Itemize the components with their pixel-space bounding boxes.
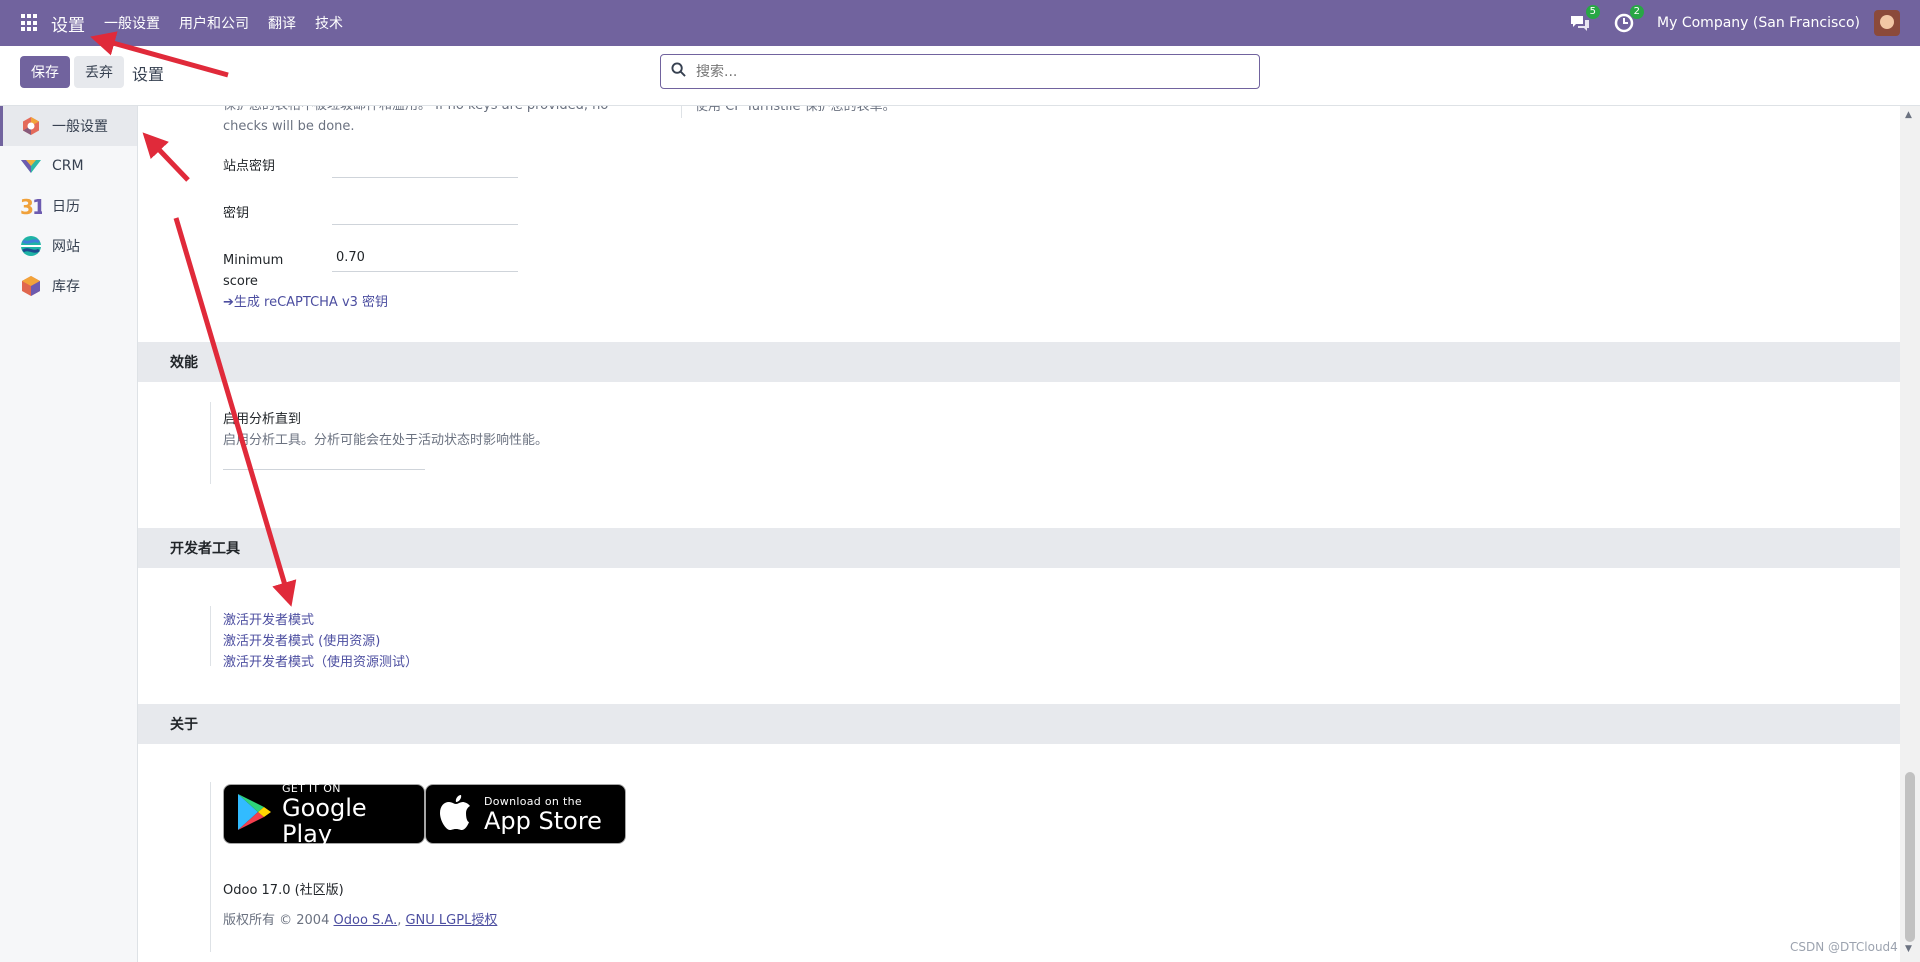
odoo-sa-link[interactable]: Odoo S.A. [334,913,398,928]
settings-content: 保护您的表格不被垃圾邮件和滥用。 If no keys are provided… [138,106,1900,962]
discard-button[interactable]: 丢弃 [74,56,124,88]
inventory-app-icon [20,275,42,297]
profiling-date-input[interactable] [223,440,425,470]
menu-translations[interactable]: 翻译 [268,13,296,33]
divider [210,606,211,666]
scroll-up-icon[interactable]: ▲ [1905,110,1912,120]
settings-app-icon [20,115,42,137]
activity-badge: 2 [1629,5,1645,19]
menu-general-settings[interactable]: 一般设置 [104,13,160,33]
sidebar-item-crm[interactable]: CRM [0,146,137,186]
sidebar-item-label: 一般设置 [52,119,108,135]
copyright-line: 版权所有 © 2004 Odoo S.A., GNU LGPL授权 [223,909,497,928]
min-score-input[interactable]: 0.70 [332,242,518,272]
google-play-small-text: GET IT ON [282,781,341,795]
google-play-icon [236,792,272,836]
website-app-icon [20,235,42,257]
search-bar[interactable] [660,54,1260,89]
divider [681,106,682,118]
site-key-label: 站点密钥 [223,159,276,174]
company-switcher[interactable]: My Company (San Francisco) [1657,15,1860,31]
search-icon [671,62,686,81]
calendar-app-icon: 31 [20,195,46,219]
profiling-title: 启用分析直到 [223,412,302,427]
section-about-header: 关于 [138,704,1900,744]
sidebar-item-label: 网站 [52,239,80,255]
site-key-input[interactable] [332,148,518,178]
recaptcha-desc-line2: checks will be done. [223,119,355,134]
user-avatar[interactable] [1874,10,1900,36]
app-store-small-text: Download on the [484,794,582,808]
divider [210,402,211,484]
divider [210,782,211,952]
activity-clock-icon[interactable]: 2 [1613,5,1645,34]
app-store-big-text: App Store [484,806,602,835]
sidebar-item-label: 日历 [52,199,80,215]
section-performance-header: 效能 [138,342,1900,382]
google-play-big-text: Google Play [282,793,367,848]
secret-key-input[interactable] [332,195,518,225]
save-button[interactable]: 保存 [20,56,70,88]
app-store-badge[interactable]: Download on the App Store [425,784,626,844]
control-panel: 保存 丢弃 设置 [0,46,1920,106]
svg-text:1: 1 [32,195,42,217]
sidebar-item-inventory[interactable]: 库存 [0,266,137,306]
secret-key-label: 密钥 [223,206,250,221]
license-link[interactable]: GNU LGPL授权 [405,913,497,928]
activate-developer-mode-tests-link[interactable]: 激活开发者模式（使用资源测试） [223,651,418,670]
chat-badge: 5 [1585,5,1601,19]
turnstile-description: 使用 CF Turnstile 保护您的表单。 [695,106,896,114]
min-score-label: Minimum score [223,250,283,292]
menu-users-companies[interactable]: 用户和公司 [179,13,249,33]
min-score-label-line1: Minimum [223,253,284,268]
top-navbar: 设置 一般设置 用户和公司 翻译 技术 5 2 My Company (San … [0,0,1920,46]
recaptcha-description: 保护您的表格不被垃圾邮件和滥用。 If no keys are provided… [223,106,643,137]
sidebar-item-website[interactable]: 网站 [0,226,137,266]
crm-app-icon [20,155,42,177]
menu-technical[interactable]: 技术 [315,13,343,33]
scroll-down-icon[interactable]: ▼ [1905,944,1912,954]
copyright-prefix: 版权所有 © 2004 [223,913,330,928]
sidebar-item-general-settings[interactable]: 一般设置 [0,106,137,146]
sidebar-item-label: 库存 [52,279,80,295]
odoo-version: Odoo 17.0 (社区版) [223,883,344,898]
page-title: 设置 [132,65,165,84]
page-scrollbar[interactable]: ▲ ▼ [1900,106,1920,962]
app-brand[interactable]: 设置 [51,11,85,36]
google-play-badge[interactable]: GET IT ON Google Play [223,781,425,848]
generate-recaptcha-link[interactable]: ➔生成 reCAPTCHA v3 密钥 [223,291,388,310]
min-score-label-line2: score [223,274,258,289]
section-developer-header: 开发者工具 [138,528,1900,568]
grid-icon[interactable] [21,14,39,32]
sidebar-item-label: CRM [52,158,84,174]
chat-icon[interactable]: 5 [1569,5,1601,34]
scroll-thumb[interactable] [1905,772,1915,942]
activate-developer-mode-assets-link[interactable]: 激活开发者模式 (使用资源) [223,630,380,649]
watermark: CSDN @DTCloud4 [1790,940,1898,954]
settings-sidebar: 一般设置 CRM 31 日历 网站 库存 [0,106,138,962]
sidebar-item-calendar[interactable]: 31 日历 [0,186,137,226]
search-input[interactable] [696,63,1236,80]
activate-developer-mode-link[interactable]: 激活开发者模式 [223,609,314,628]
recaptcha-desc-line1: 保护您的表格不被垃圾邮件和滥用。 If no keys are provided… [223,106,643,116]
apple-icon [440,793,472,835]
